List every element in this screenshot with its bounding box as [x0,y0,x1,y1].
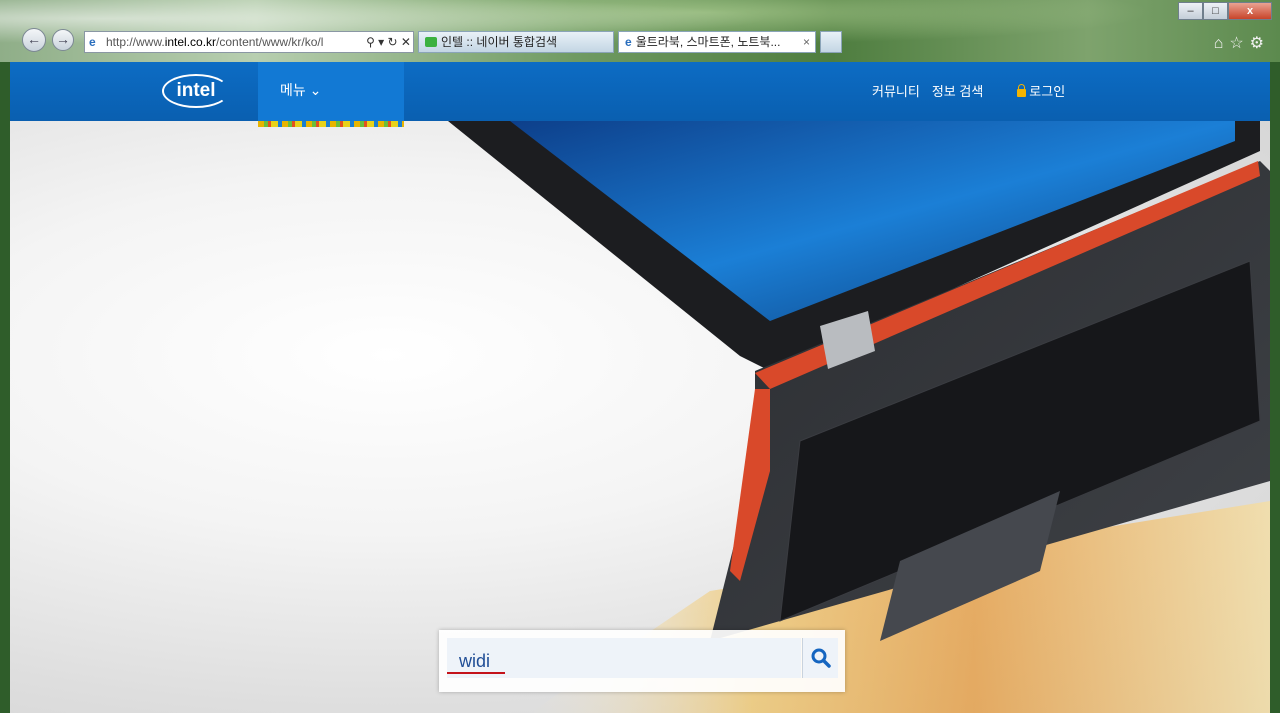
gear-icon[interactable]: ⚙ [1250,35,1270,52]
tab-label: 울트라북, 스마트폰, 노트북... [635,35,781,49]
menu-accent-strip [258,121,404,127]
address-bar[interactable]: e http://www.intel.co.kr/content/www/kr/k… [84,31,414,53]
back-button[interactable]: ← [22,28,46,52]
nav-info-search[interactable]: 정보 검색 [932,84,983,99]
web-page: intel 메뉴 ⌄ 커뮤니티 정보 검색 로그인 [10,62,1270,713]
search-box [439,630,845,692]
browser-chrome: ← → e http://www.intel.co.kr/content/www/… [0,0,1280,62]
hero-laptop-image [10,121,1270,713]
window-controls: – □ x [1178,2,1272,22]
nav-community[interactable]: 커뮤니티 [872,84,920,99]
minimize-button[interactable]: – [1178,2,1203,20]
tab-close-icon[interactable]: × [803,32,810,52]
tab-naver-search[interactable]: 인텔 :: 네이버 통합검색 [418,31,614,53]
nav-login[interactable]: 로그인 [1029,84,1065,99]
search-icon [811,648,831,668]
url-prefix: http://www. [106,35,165,49]
ie-icon: e [625,35,632,49]
close-button[interactable]: x [1228,2,1272,20]
ie-icon: e [89,35,96,49]
lock-icon [1017,84,1027,97]
home-icon[interactable]: ⌂ [1214,35,1230,52]
maximize-button[interactable]: □ [1203,2,1228,20]
address-controls[interactable]: ⚲ ▾ ↻ ✕ [364,32,411,52]
spellcheck-underline [447,672,505,674]
search-button[interactable] [802,638,838,678]
star-icon[interactable]: ☆ [1229,35,1249,52]
new-tab-button[interactable] [820,31,842,53]
nav-links: 커뮤니티 정보 검색 로그인 [872,62,1077,121]
naver-icon [425,37,437,47]
intel-logo[interactable]: intel [162,74,230,108]
forward-button[interactable]: → [52,29,74,51]
top-navigation-bar: intel 메뉴 ⌄ 커뮤니티 정보 검색 로그인 [10,62,1270,121]
browser-toolbar: ⌂☆⚙ [1214,33,1270,53]
menu-button[interactable]: 메뉴 ⌄ [258,62,404,121]
url-path: /content/www/kr/ko/l [216,35,324,49]
url-domain: intel.co.kr [164,35,217,49]
tab-intel[interactable]: e 울트라북, 스마트폰, 노트북... × [618,31,816,53]
tab-label: 인텔 :: 네이버 통합검색 [441,35,558,49]
